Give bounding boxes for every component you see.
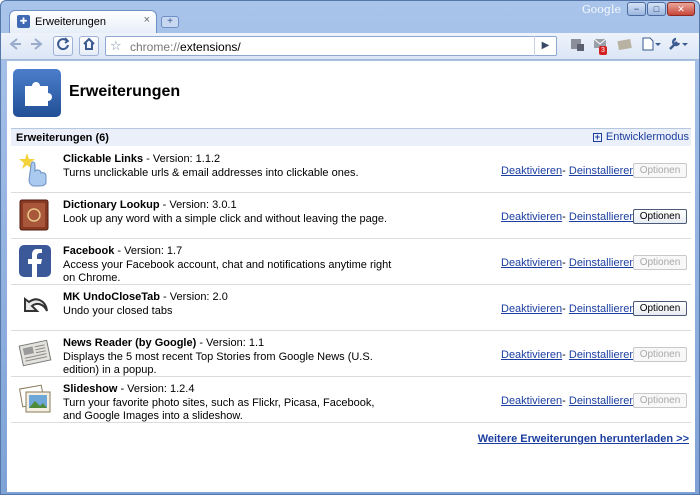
extension-name: News Reader (by Google) - Version: 1.1 <box>63 337 265 349</box>
options-button[interactable]: Optionen <box>633 209 687 224</box>
extension-actions: Deaktivieren- Deinstallieren <box>501 165 636 177</box>
go-icon[interactable]: ▶ <box>534 36 556 56</box>
disable-link[interactable]: Deaktivieren <box>501 211 562 223</box>
extension-name: MK UndoCloseTab - Version: 2.0 <box>63 291 228 303</box>
page-title: Erweiterungen <box>69 83 181 100</box>
close-window-button[interactable]: ✕ <box>667 2 695 16</box>
options-button: Optionen <box>633 163 687 178</box>
hand-pointer-icon <box>17 151 53 187</box>
extension-actions: Deaktivieren- Deinstallieren <box>501 211 636 223</box>
extension-name: Clickable Links - Version: 1.1.2 <box>63 153 221 165</box>
extension-description: Look up any word with a simple click and… <box>63 213 388 225</box>
address-bar[interactable]: ☆ chrome://extensions/ ▶ <box>105 36 557 56</box>
facebook-icon <box>17 243 53 279</box>
extension-row: Facebook - Version: 1.7 Access your Face… <box>11 239 691 285</box>
back-arrow-icon[interactable] <box>5 36 25 56</box>
newspaper-icon <box>17 335 53 371</box>
mail-notifier-icon[interactable]: 3 <box>591 36 611 56</box>
extension-row: Dictionary Lookup - Version: 3.0.1 Look … <box>11 193 691 239</box>
forward-arrow-icon[interactable] <box>27 36 47 56</box>
page-menu-icon[interactable] <box>639 36 663 56</box>
extension-name: Slideshow - Version: 1.2.4 <box>63 383 195 395</box>
plus-icon: + <box>592 132 602 142</box>
uninstall-link[interactable]: Deinstallieren <box>569 395 636 407</box>
news-icon[interactable] <box>615 36 635 56</box>
uninstall-link[interactable]: Deinstallieren <box>569 257 636 269</box>
uninstall-link[interactable]: Deinstallieren <box>569 165 636 177</box>
minimize-button[interactable]: − <box>627 2 646 16</box>
extension-description: Turns unclickable urls & email addresses… <box>63 167 359 179</box>
extension-actions: Deaktivieren- Deinstallieren <box>501 349 636 361</box>
extension-row: Slideshow - Version: 1.2.4 Turn your fav… <box>11 377 691 423</box>
browser-window: ✚ Erweiterungen × + Google − □ ✕ ☆ chrom… <box>0 0 700 495</box>
disable-link[interactable]: Deaktivieren <box>501 349 562 361</box>
disable-link[interactable]: Deaktivieren <box>501 257 562 269</box>
extension-actions: Deaktivieren- Deinstallieren <box>501 395 636 407</box>
extension-row: News Reader (by Google) - Version: 1.1 D… <box>11 331 691 377</box>
disable-link[interactable]: Deaktivieren <box>501 165 562 177</box>
uninstall-link[interactable]: Deinstallieren <box>569 211 636 223</box>
options-button: Optionen <box>633 393 687 408</box>
options-button[interactable]: Optionen <box>633 301 687 316</box>
extension-description: Undo your closed tabs <box>63 305 173 317</box>
tab-extensions[interactable]: ✚ Erweiterungen × <box>9 10 157 33</box>
extension-description: Access your Facebook account, chat and n… <box>63 259 392 284</box>
tab-close-icon[interactable]: × <box>144 14 150 26</box>
disable-link[interactable]: Deaktivieren <box>501 395 562 407</box>
options-button: Optionen <box>633 347 687 362</box>
url-text[interactable]: chrome://extensions/ <box>130 40 241 54</box>
home-icon[interactable] <box>79 36 99 56</box>
options-button: Optionen <box>633 255 687 270</box>
undo-arrow-icon <box>17 289 53 325</box>
new-tab-button[interactable]: + <box>161 16 179 28</box>
wrench-icon[interactable] <box>665 36 691 56</box>
extension-row: MK UndoCloseTab - Version: 2.0 Undo your… <box>11 285 691 331</box>
extension-name: Facebook - Version: 1.7 <box>63 245 183 257</box>
extension-actions: Deaktivieren- Deinstallieren <box>501 303 636 315</box>
uninstall-link[interactable]: Deinstallieren <box>569 349 636 361</box>
puzzle-icon <box>13 69 61 117</box>
disable-link[interactable]: Deaktivieren <box>501 303 562 315</box>
book-icon <box>17 197 53 233</box>
maximize-button[interactable]: □ <box>647 2 666 16</box>
extension-description: Turn your favorite photo sites, such as … <box>63 397 375 422</box>
toolbar: ☆ chrome://extensions/ ▶ 3 <box>1 33 699 60</box>
section-header: Erweiterungen (6) + Entwicklermodus <box>11 128 691 146</box>
extension-list: Clickable Links - Version: 1.1.2 Turns u… <box>11 147 691 423</box>
extension-actions: Deaktivieren- Deinstallieren <box>501 257 636 269</box>
uninstall-link[interactable]: Deinstallieren <box>569 303 636 315</box>
extension-name: Dictionary Lookup - Version: 3.0.1 <box>63 199 237 211</box>
tab-title: Erweiterungen <box>35 16 106 28</box>
section-title: Erweiterungen (6) <box>16 132 109 144</box>
get-more-extensions-link[interactable]: Weitere Erweiterungen herunterladen >> <box>478 433 689 445</box>
reload-icon[interactable] <box>53 36 73 56</box>
brand-label: Google <box>581 3 621 16</box>
unread-badge: 3 <box>599 46 607 55</box>
extensions-page: Erweiterungen Erweiterungen (6) + Entwick… <box>7 61 695 492</box>
extension-description: Displays the 5 most recent Top Stories f… <box>63 351 373 376</box>
puzzle-icon: ✚ <box>17 15 30 28</box>
photos-icon <box>17 381 53 417</box>
extension-row: Clickable Links - Version: 1.1.2 Turns u… <box>11 147 691 193</box>
developer-mode-toggle[interactable]: + Entwicklermodus <box>592 131 689 143</box>
extension-icon[interactable] <box>567 36 587 56</box>
star-icon[interactable]: ☆ <box>110 38 122 54</box>
title-bar: ✚ Erweiterungen × + Google − □ ✕ <box>1 1 699 33</box>
